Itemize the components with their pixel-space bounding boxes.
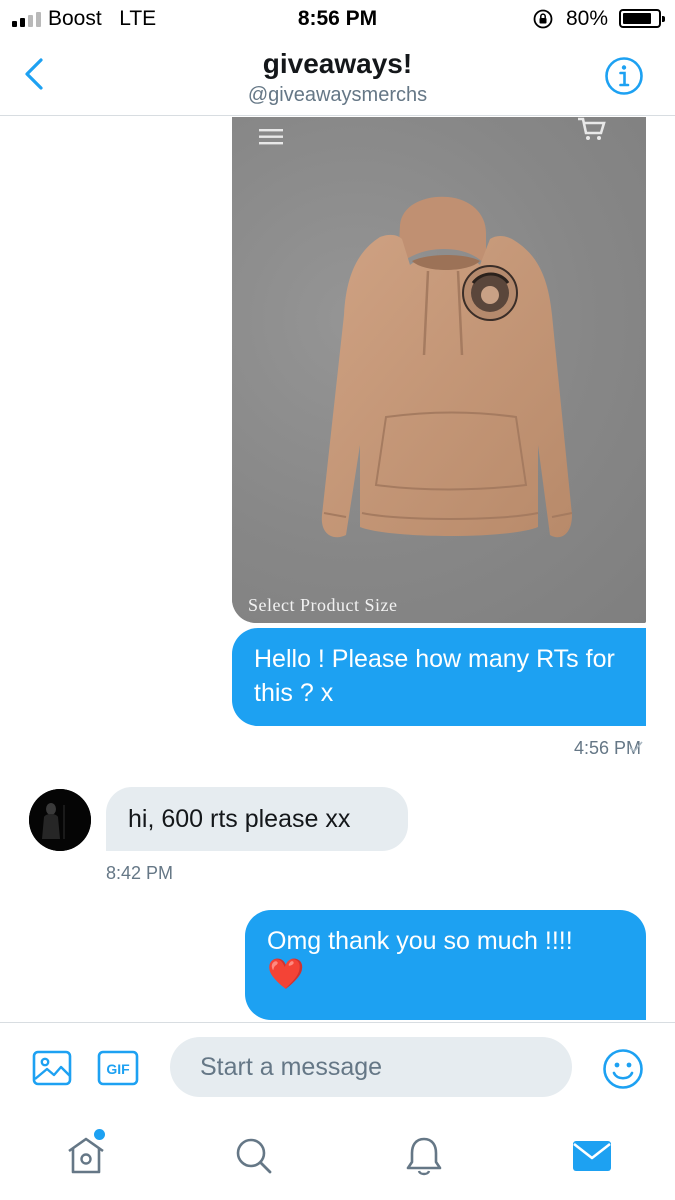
search-tab-icon[interactable]: [232, 1134, 276, 1178]
add-photo-button[interactable]: [32, 1048, 72, 1088]
messages-tab-icon[interactable]: [570, 1134, 614, 1178]
home-notification-dot: [94, 1129, 105, 1140]
home-tab-icon[interactable]: [64, 1134, 108, 1178]
message-input[interactable]: [170, 1037, 572, 1097]
message-text: hi, 600 rts please xx: [128, 805, 351, 833]
battery-percent: 80%: [566, 7, 609, 30]
shared-product-image[interactable]: Select Product Size: [232, 117, 646, 623]
sender-avatar[interactable]: [29, 789, 91, 851]
bottom-tab-bar: [0, 1114, 675, 1200]
message-text: Hello ! Please how many RTs for this ? x: [254, 645, 615, 707]
status-bar: Boost LTE 8:56 PM 80%: [0, 0, 675, 40]
select-product-size-caption: Select Product Size: [248, 595, 398, 615]
emoji-button[interactable]: [602, 1048, 644, 1090]
battery-icon: [619, 9, 665, 28]
message-composer: GIF: [0, 1022, 675, 1114]
gif-button[interactable]: GIF: [97, 1050, 139, 1086]
hamburger-menu-icon: [259, 129, 283, 145]
message-timestamp: 8:42 PM: [106, 863, 174, 883]
outgoing-message-bubble[interactable]: Hello ! Please how many RTs for this ? x: [232, 628, 646, 726]
conversation-handle: @giveawaysmerchs: [247, 84, 428, 106]
message-text: Omg thank you so much !!!!: [267, 927, 573, 955]
sent-check-icon: [629, 741, 643, 753]
avatar-image: [29, 789, 91, 851]
incoming-message-bubble[interactable]: hi, 600 rts please xx: [106, 787, 408, 851]
conversation-header: giveaways! @giveawaysmerchs: [0, 40, 675, 116]
hoodie-image: [321, 196, 573, 538]
gif-label: GIF: [106, 1061, 130, 1077]
red-heart-emoji: ❤️: [267, 958, 305, 991]
outgoing-message-bubble[interactable]: Omg thank you so much !!!! ❤️: [245, 910, 646, 1020]
notifications-tab-icon[interactable]: [402, 1134, 446, 1178]
orientation-lock-icon: [533, 9, 553, 29]
conversation-title: giveaways!: [262, 48, 413, 79]
cart-icon: [578, 117, 606, 140]
info-button[interactable]: [604, 56, 644, 96]
